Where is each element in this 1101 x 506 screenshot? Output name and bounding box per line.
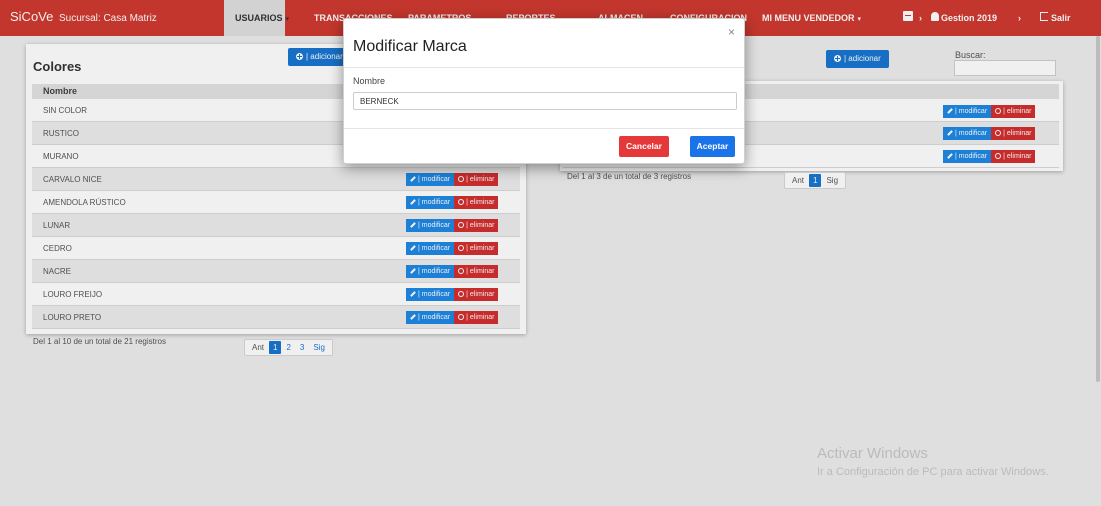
modify-brand-dialog: Modificar Marca × Nombre Cancelar Acepta… xyxy=(343,18,745,164)
dialog-title: Modificar Marca xyxy=(353,38,467,55)
divider xyxy=(344,67,744,68)
accept-button[interactable]: Aceptar xyxy=(690,136,735,157)
close-icon[interactable]: × xyxy=(728,25,735,39)
cancel-button[interactable]: Cancelar xyxy=(619,136,669,157)
name-field[interactable] xyxy=(353,92,737,110)
divider xyxy=(344,128,744,129)
name-field-label: Nombre xyxy=(353,76,386,86)
